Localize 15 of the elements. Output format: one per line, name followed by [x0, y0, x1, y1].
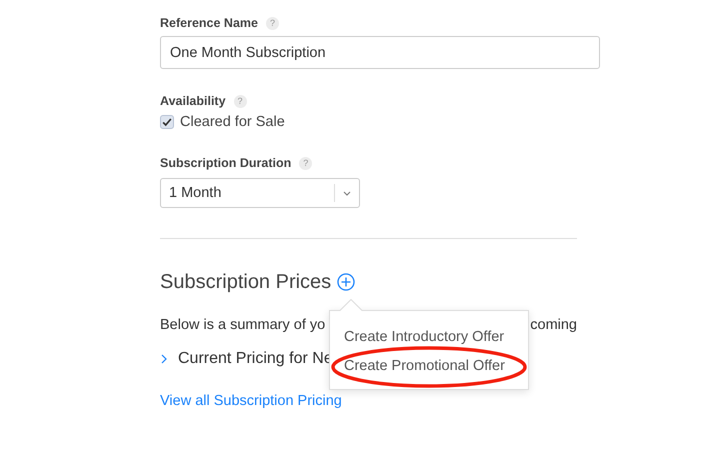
duration-select[interactable]: 1 Month [160, 178, 360, 208]
add-icon[interactable] [337, 273, 356, 291]
input-field[interactable]: One Month Subscription [160, 36, 600, 69]
menu-item[interactable]: Create Introductory Offer [330, 323, 528, 352]
summary-text: Below is a summary of yo [160, 317, 326, 333]
section-title: Subscription Prices [160, 270, 332, 294]
checkbox[interactable] [160, 115, 174, 129]
chevron-right-icon[interactable] [161, 354, 167, 364]
view-pricing-link[interactable]: View all Subscription Pricing [160, 393, 342, 409]
field-label: Reference Name [160, 16, 258, 30]
field-label: Availability [160, 94, 226, 108]
checkbox-label: Cleared for Sale [180, 114, 285, 130]
field-label: Subscription Duration [160, 156, 292, 170]
chevron-down-icon [343, 190, 351, 196]
summary-text: coming [530, 317, 577, 333]
